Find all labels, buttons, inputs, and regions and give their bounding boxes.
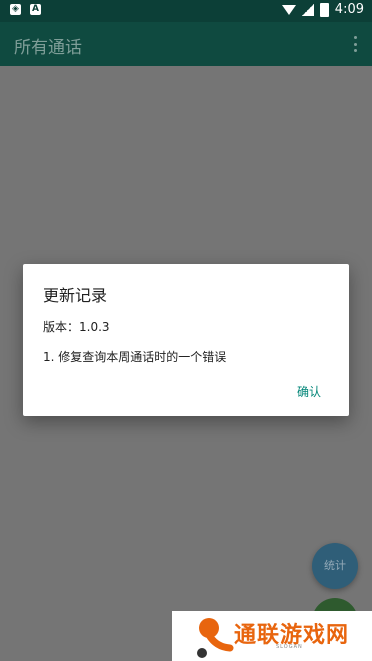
dialog-note: 1. 修复查询本周通话时的一个错误 xyxy=(43,350,227,364)
battery-icon xyxy=(319,2,329,17)
watermark-slogan: SLOGAN xyxy=(276,644,303,650)
status-left-icons: ◈ A xyxy=(10,4,41,15)
dialog-title: 更新记录 xyxy=(43,286,108,305)
status-time: 4:09 xyxy=(334,2,364,17)
watermark-logo-icon xyxy=(197,618,234,658)
stats-fab-button[interactable]: 统计 xyxy=(312,543,358,589)
menu-dot xyxy=(354,49,357,52)
status-bar: ◈ A 4:09 xyxy=(0,0,372,22)
a-icon: A xyxy=(30,4,41,15)
wifi-icon xyxy=(281,4,296,15)
menu-dot xyxy=(354,42,357,46)
no-signal-icon xyxy=(301,3,314,16)
overflow-menu-icon[interactable] xyxy=(354,36,358,52)
app-title: 所有通话 xyxy=(14,38,82,58)
update-log-dialog: 更新记录 版本：1.0.3 1. 修复查询本周通话时的一个错误 确认 xyxy=(23,264,349,416)
status-right-icons: 4:09 xyxy=(281,2,364,17)
app-bar: 所有通话 xyxy=(0,22,372,66)
menu-dot xyxy=(354,36,357,39)
watermark: 通联游戏网 SLOGAN xyxy=(172,611,372,661)
dialog-version: 版本：1.0.3 xyxy=(43,320,110,334)
shield-icon: ◈ xyxy=(10,4,21,15)
confirm-button[interactable]: 确认 xyxy=(293,381,325,402)
